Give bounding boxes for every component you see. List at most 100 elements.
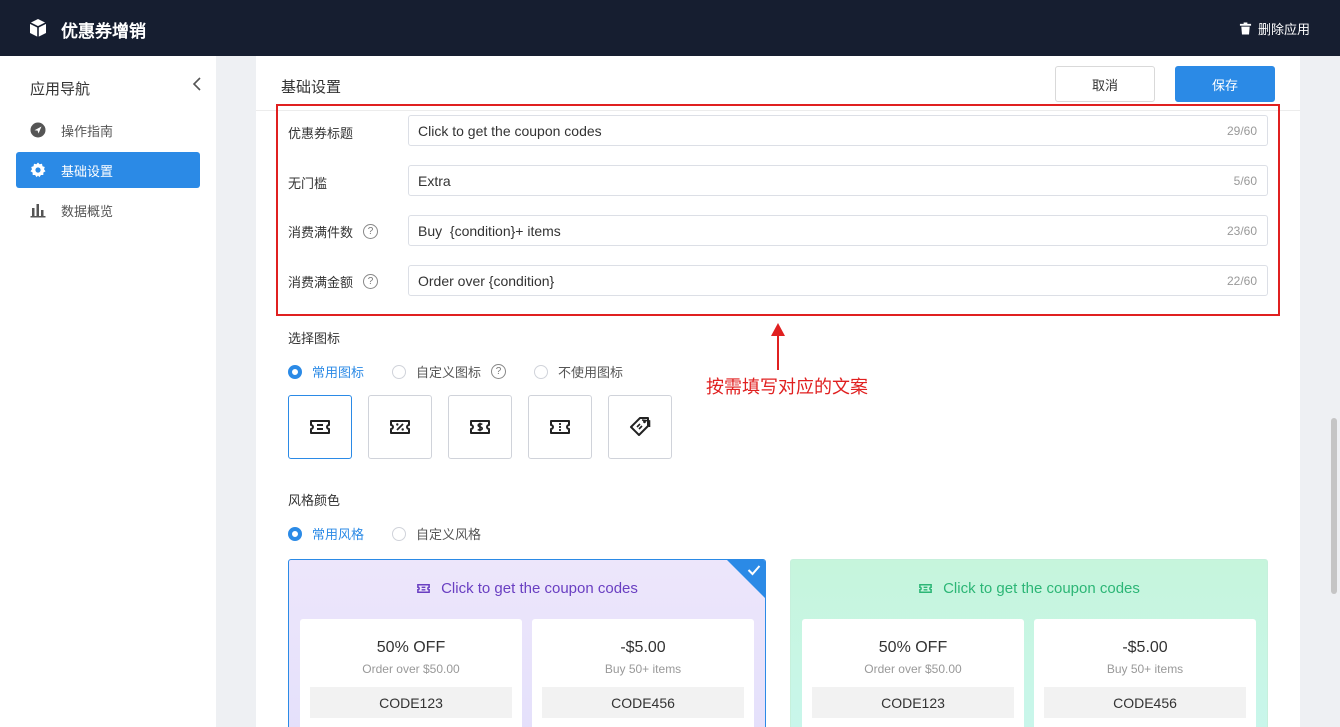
gear-icon bbox=[29, 161, 47, 179]
radio-dot bbox=[288, 526, 302, 541]
icon-section-title: 选择图标 bbox=[288, 331, 341, 346]
coupon-amount: -$5.00 bbox=[620, 639, 666, 656]
min-amount-input[interactable]: Order over {condition} 22/60 bbox=[408, 265, 1268, 296]
annotation-text: 按需填写对应的文案 bbox=[706, 377, 868, 397]
top-bar: 优惠券增销 删除应用 bbox=[0, 0, 1340, 56]
field-label-text: 无门槛 bbox=[288, 176, 328, 191]
min-items-input[interactable]: Buy {condition}+ items 23/60 bbox=[408, 215, 1268, 246]
char-counter: 22/60 bbox=[1226, 273, 1257, 288]
min-amount-label: 消费满金额 ? bbox=[288, 272, 379, 291]
coupon-amount: -$5.00 bbox=[1122, 639, 1168, 656]
radio-label: 常用风格 bbox=[312, 527, 365, 542]
icon-option-dollar[interactable] bbox=[448, 395, 512, 459]
ticket-icon bbox=[417, 584, 430, 593]
card-title: Click to get the coupon codes bbox=[943, 580, 1140, 597]
sidebar-item-label: 操作指南 bbox=[61, 123, 114, 139]
coupon-title-input[interactable]: Click to get the coupon codes 29/60 bbox=[408, 115, 1268, 146]
radio-custom-style[interactable]: 自定义风格 bbox=[392, 524, 481, 543]
ticket-icon bbox=[919, 584, 932, 593]
radio-common-style[interactable]: 常用风格 bbox=[288, 524, 364, 543]
field-value: Extra bbox=[418, 172, 451, 189]
coupon-preview: -$5.00 Buy 50+ items CODE456 bbox=[1034, 619, 1256, 727]
field-value: Buy {condition}+ items bbox=[418, 222, 561, 239]
ticket-icon bbox=[310, 420, 330, 434]
plain-ticket-icon bbox=[550, 420, 570, 434]
main-panel: 基础设置 取消 保存 优惠券标题 Click to get the coupon… bbox=[256, 56, 1300, 727]
sidebar: 应用导航 操作指南 基础设置 数据概览 bbox=[0, 56, 216, 727]
dollar-ticket-icon bbox=[470, 420, 490, 434]
cube-logo-icon bbox=[29, 19, 47, 37]
header-divider bbox=[256, 110, 1300, 111]
percent-ticket-icon bbox=[390, 420, 410, 434]
no-threshold-input[interactable]: Extra 5/60 bbox=[408, 165, 1268, 196]
char-counter: 29/60 bbox=[1226, 123, 1257, 138]
style-card-purple[interactable]: Click to get the coupon codes 50% OFF Or… bbox=[288, 559, 766, 727]
icon-option-percent[interactable] bbox=[368, 395, 432, 459]
save-button[interactable]: 保存 bbox=[1175, 66, 1275, 102]
radio-dot bbox=[392, 526, 407, 541]
coupon-code: CODE123 bbox=[310, 687, 512, 718]
annotation-arrow-icon bbox=[771, 323, 785, 370]
coupon-code: CODE456 bbox=[542, 687, 744, 718]
radio-label: 常用图标 bbox=[312, 365, 365, 380]
sidebar-item-label: 基础设置 bbox=[61, 163, 114, 179]
cancel-button[interactable]: 取消 bbox=[1055, 66, 1155, 102]
coupon-condition: Buy 50+ items bbox=[604, 662, 682, 676]
char-counter: 23/60 bbox=[1226, 223, 1257, 238]
radio-dot bbox=[288, 364, 302, 379]
coupon-preview: -$5.00 Buy 50+ items CODE456 bbox=[532, 619, 754, 727]
sidebar-item-basic-settings[interactable]: 基础设置 bbox=[16, 152, 200, 188]
sidebar-item-data-overview[interactable]: 数据概览 bbox=[16, 192, 200, 228]
style-section-title: 风格颜色 bbox=[288, 493, 341, 508]
radio-label: 不使用图标 bbox=[558, 365, 624, 380]
price-tag-icon bbox=[630, 417, 651, 436]
field-value: Order over {condition} bbox=[418, 272, 555, 289]
coupon-amount: 50% OFF bbox=[376, 639, 446, 656]
radio-label: 自定义图标 bbox=[416, 365, 482, 380]
coupon-condition: Buy 50+ items bbox=[1106, 662, 1184, 676]
check-icon bbox=[747, 565, 761, 576]
field-label-text: 消费满金额 bbox=[288, 275, 354, 290]
icon-option-plain-ticket[interactable] bbox=[528, 395, 592, 459]
help-icon[interactable]: ? bbox=[491, 364, 507, 379]
radio-dot bbox=[392, 364, 407, 379]
app-title: 优惠券增销 bbox=[61, 22, 146, 41]
help-icon[interactable]: ? bbox=[363, 274, 379, 289]
field-value: Click to get the coupon codes bbox=[418, 122, 602, 139]
chevron-left-icon[interactable] bbox=[190, 76, 204, 92]
min-items-label: 消费满件数 ? bbox=[288, 222, 379, 241]
style-card-green[interactable]: Click to get the coupon codes 50% OFF Or… bbox=[790, 559, 1268, 727]
style-radio-group: 常用风格 自定义风格 bbox=[288, 524, 509, 543]
coupon-condition: Order over $50.00 bbox=[864, 662, 962, 676]
delete-app-button[interactable]: 删除应用 bbox=[1239, 19, 1310, 38]
sidebar-item-label: 数据概览 bbox=[61, 203, 114, 219]
radio-dot bbox=[534, 364, 549, 379]
coupon-preview: 50% OFF Order over $50.00 CODE123 bbox=[802, 619, 1024, 727]
icon-option-tag[interactable] bbox=[608, 395, 672, 459]
card-header: Click to get the coupon codes bbox=[289, 580, 765, 597]
navigation-arrow-icon bbox=[29, 121, 47, 139]
radio-common-icons[interactable]: 常用图标 bbox=[288, 362, 364, 381]
help-icon[interactable]: ? bbox=[363, 224, 379, 239]
card-title: Click to get the coupon codes bbox=[441, 580, 638, 597]
scrollbar-thumb[interactable] bbox=[1331, 418, 1337, 594]
bar-chart-icon bbox=[29, 201, 47, 219]
icon-radio-group: 常用图标 自定义图标 ? 不使用图标 bbox=[288, 362, 651, 381]
field-label-text: 优惠券标题 bbox=[288, 126, 354, 141]
char-counter: 5/60 bbox=[1233, 173, 1257, 188]
radio-label: 自定义风格 bbox=[416, 527, 482, 542]
no-threshold-label: 无门槛 bbox=[288, 173, 327, 192]
trash-icon bbox=[1239, 22, 1252, 35]
coupon-title-label: 优惠券标题 bbox=[288, 123, 353, 142]
coupon-code: CODE456 bbox=[1044, 687, 1246, 718]
icon-option-ticket[interactable] bbox=[288, 395, 352, 459]
page-title: 基础设置 bbox=[281, 79, 342, 96]
card-header: Click to get the coupon codes bbox=[791, 580, 1267, 597]
sidebar-title: 应用导航 bbox=[30, 81, 91, 98]
sidebar-item-guide[interactable]: 操作指南 bbox=[16, 112, 200, 148]
radio-no-icon[interactable]: 不使用图标 bbox=[534, 362, 623, 381]
coupon-condition: Order over $50.00 bbox=[362, 662, 460, 676]
coupon-preview: 50% OFF Order over $50.00 CODE123 bbox=[300, 619, 522, 727]
radio-custom-icon[interactable]: 自定义图标 ? bbox=[392, 362, 507, 381]
field-label-text: 消费满件数 bbox=[288, 225, 354, 240]
